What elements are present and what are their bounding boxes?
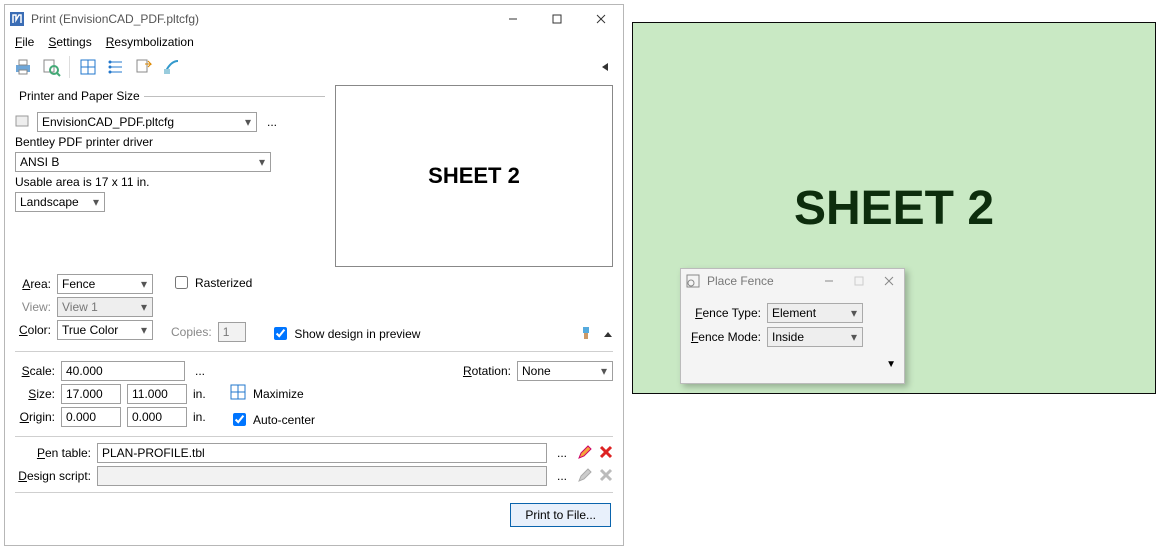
update-from-view-icon[interactable] (76, 55, 100, 79)
pentable-label: Pen table: (15, 446, 91, 460)
fence-close-button[interactable] (874, 269, 904, 293)
print-icon[interactable] (11, 55, 35, 79)
designscript-label: Design script: (15, 469, 91, 483)
fence-type-combo[interactable]: Element▾ (767, 303, 863, 323)
show-design-checkbox[interactable]: Show design in preview (270, 324, 420, 343)
print-to-file-button[interactable]: Print to File... (510, 503, 611, 527)
print-attributes-icon[interactable] (104, 55, 128, 79)
designscript-browse[interactable]: ... (553, 469, 571, 483)
fence-minimize-button[interactable] (814, 269, 844, 293)
paper-size-combo[interactable]: ANSI B▾ (15, 152, 271, 172)
fence-title: Place Fence (707, 274, 814, 288)
fence-maximize-button (844, 269, 874, 293)
fence-type-label: Fence Type: (689, 306, 761, 320)
printer-paper-legend: Printer and Paper Size (15, 89, 144, 103)
brush-icon[interactable] (579, 326, 593, 343)
open-config-icon[interactable] (132, 55, 156, 79)
size-unit: in. (193, 387, 206, 401)
config-file-icon (15, 114, 31, 131)
print-dialog: Print (EnvisionCAD_PDF.pltcfg) File Sett… (4, 4, 624, 546)
rotation-label: Rotation: (463, 364, 511, 378)
collapse-up-icon[interactable] (603, 329, 613, 343)
maximize-icon[interactable] (229, 383, 247, 404)
config-file-browse[interactable]: ... (263, 115, 281, 129)
menubar: File Settings Resymbolization (5, 33, 623, 53)
orientation-combo[interactable]: Landscape▾ (15, 192, 105, 212)
view-combo: View 1▾ (57, 297, 153, 317)
color-label: Color: (15, 323, 51, 337)
window-close-button[interactable] (579, 5, 623, 33)
pentable-browse[interactable]: ... (553, 446, 571, 460)
maximize-label: Maximize (253, 387, 304, 401)
window-maximize-button[interactable] (535, 5, 579, 33)
menu-settings[interactable]: Settings (48, 35, 91, 49)
menu-file[interactable]: File (15, 35, 34, 49)
designscript-edit-icon (577, 467, 593, 486)
designscript-clear-icon (599, 468, 613, 485)
fence-mode-label: Fence Mode: (689, 330, 761, 344)
fence-titlebar[interactable]: Place Fence (681, 269, 904, 293)
window-minimize-button[interactable] (491, 5, 535, 33)
usable-area-text: Usable area is 17 x 11 in. (15, 175, 150, 189)
area-combo[interactable]: Fence▾ (57, 274, 153, 294)
copies-field (218, 322, 246, 342)
scale-label: Scale: (15, 364, 55, 378)
origin-label: Origin: (15, 410, 55, 424)
copies-label: Copies: (171, 325, 212, 339)
rotation-combo[interactable]: None▾ (517, 361, 613, 381)
clear-icon[interactable] (160, 55, 184, 79)
print-titlebar[interactable]: Print (EnvisionCAD_PDF.pltcfg) (5, 5, 623, 33)
menu-resymbolization[interactable]: Resymbolization (106, 35, 194, 49)
area-label: Area: (15, 277, 51, 291)
pentable-edit-icon[interactable] (577, 444, 593, 463)
driver-description: Bentley PDF printer driver (15, 135, 153, 149)
pentable-field[interactable] (97, 443, 547, 463)
size-y-field[interactable] (127, 384, 187, 404)
scale-field[interactable] (61, 361, 185, 381)
origin-y-field[interactable] (127, 407, 187, 427)
autocenter-checkbox[interactable]: Auto-center (229, 410, 315, 429)
origin-unit: in. (193, 410, 206, 424)
color-combo[interactable]: True Color▾ (57, 320, 153, 340)
fence-expand-icon[interactable]: ▼ (681, 357, 904, 370)
origin-x-field[interactable] (61, 407, 121, 427)
config-file-combo[interactable]: EnvisionCAD_PDF.pltcfg ▾ (37, 112, 257, 132)
print-title: Print (EnvisionCAD_PDF.pltcfg) (31, 12, 491, 26)
preview-content: SHEET 2 (428, 163, 520, 189)
size-x-field[interactable] (61, 384, 121, 404)
designscript-field[interactable] (97, 466, 547, 486)
print-preview-icon[interactable] (39, 55, 63, 79)
pentable-clear-icon[interactable] (599, 445, 613, 462)
rasterized-checkbox[interactable]: Rasterized (171, 273, 252, 292)
printer-paper-group: Printer and Paper Size EnvisionCAD_PDF.p… (15, 89, 325, 215)
toolbar (5, 53, 623, 85)
collapse-left-icon[interactable] (593, 55, 617, 79)
size-label: Size: (15, 387, 55, 401)
fence-mode-combo[interactable]: Inside▾ (767, 327, 863, 347)
app-icon (9, 11, 25, 27)
place-fence-dialog: Place Fence Fence Type: Element▾ Fence M… (680, 268, 905, 384)
print-preview-pane: SHEET 2 (335, 85, 613, 267)
scale-more[interactable]: ... (191, 364, 209, 378)
fence-icon (685, 273, 701, 289)
view-label: View: (15, 300, 51, 314)
canvas-sheet-label: SHEET 2 (794, 181, 994, 236)
